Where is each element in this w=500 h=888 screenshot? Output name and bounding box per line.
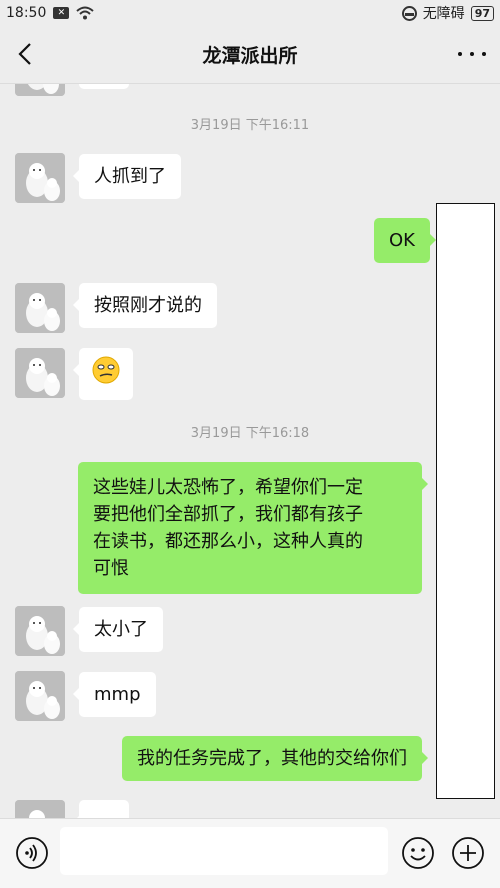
chat-area[interactable]: 3月19日 下午16:11 人抓到了 OK 按照刚才说的 3月19日 下午16:… [0, 84, 500, 818]
avatar[interactable] [15, 800, 65, 818]
message-bubble[interactable]: 我的任务完成了，其他的交给你们 [122, 736, 428, 781]
timestamp: 3月19日 下午16:18 [190, 426, 310, 441]
status-bar: 18:50 ✕ 无障碍 97 [0, 0, 500, 26]
message-bubble[interactable]: 太小了 [73, 607, 163, 652]
emoji-bubble[interactable] [73, 348, 133, 400]
message-bubble-partial[interactable] [79, 84, 129, 89]
message-line: 要把他们全部抓了，我们都有孩子 [93, 504, 363, 525]
more-dots-icon[interactable] [458, 44, 486, 64]
chevron-left-icon[interactable] [14, 42, 38, 66]
accessibility-label: 无障碍 [422, 6, 465, 22]
message-line: 在读书，都还那么小，这种人真的 [93, 531, 363, 552]
message-input[interactable] [60, 827, 388, 875]
avatar[interactable] [15, 606, 65, 656]
accessibility-icon [401, 5, 417, 21]
voice-icon[interactable] [15, 836, 49, 870]
avatar[interactable] [15, 283, 65, 333]
status-time: 18:50 [6, 5, 47, 21]
battery-indicator: 97 [470, 5, 494, 21]
timestamp: 3月19日 下午16:11 [190, 118, 310, 133]
message-bubble[interactable]: mmp [73, 672, 156, 717]
avatar[interactable] [15, 153, 65, 203]
title-bar: 龙潭派出所 [0, 26, 500, 84]
message-bubble[interactable]: 按照刚才说的 [73, 283, 217, 328]
plus-icon[interactable] [451, 836, 485, 870]
message-bubble[interactable]: 人抓到了 [73, 154, 181, 199]
message-line: 可恨 [93, 558, 129, 579]
avatar[interactable] [15, 348, 65, 398]
message-line: 这些娃儿太恐怖了，希望你们一定 [93, 477, 363, 498]
input-bar [0, 818, 500, 888]
avatar[interactable] [15, 84, 65, 96]
smiley-icon[interactable] [401, 836, 435, 870]
thinking-face-icon [92, 356, 120, 384]
message-bubble[interactable]: 这些娃儿太恐怖了，希望你们一定 要把他们全部抓了，我们都有孩子 在读书，都还那么… [78, 462, 428, 594]
wifi-icon [76, 6, 95, 20]
redaction-box [436, 203, 495, 799]
notification-icon: ✕ [53, 7, 70, 19]
message-bubble-partial[interactable] [73, 800, 129, 818]
message-bubble[interactable]: OK [374, 218, 436, 263]
avatar[interactable] [15, 671, 65, 721]
chat-title: 龙潭派出所 [202, 45, 298, 67]
